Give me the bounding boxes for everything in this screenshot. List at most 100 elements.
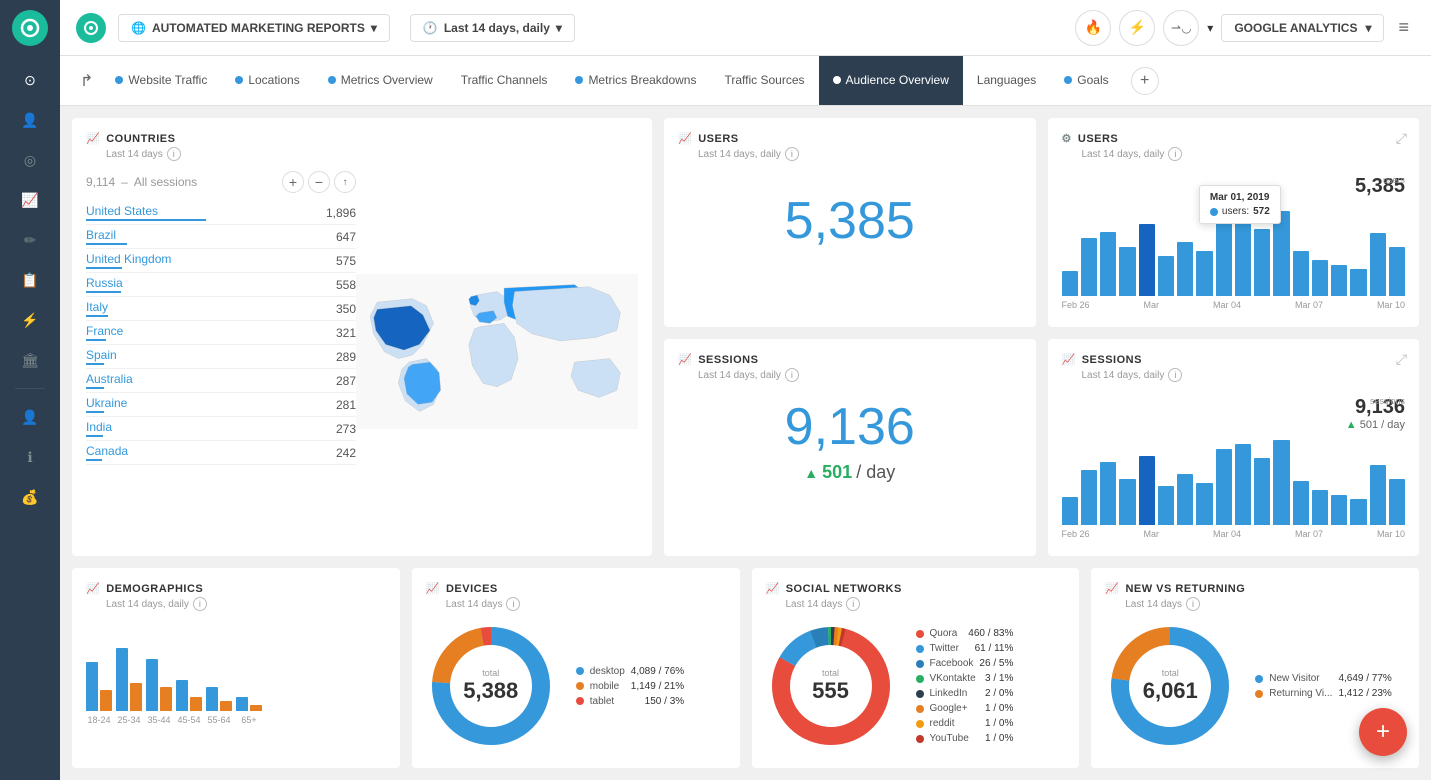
chart-bar[interactable] bbox=[1158, 486, 1174, 525]
chart-bar[interactable] bbox=[1100, 462, 1116, 525]
info-icon[interactable]: i bbox=[1168, 147, 1182, 161]
tab-locations[interactable]: Locations bbox=[221, 56, 313, 106]
expand-countries-button[interactable]: + bbox=[282, 171, 304, 193]
chart-bar[interactable] bbox=[1389, 247, 1405, 296]
bolt-icon-button[interactable]: ⚡ bbox=[1119, 10, 1155, 46]
chart-bar[interactable] bbox=[1100, 232, 1116, 296]
chart-bar[interactable] bbox=[1235, 215, 1251, 296]
chart-bar[interactable] bbox=[1312, 490, 1328, 525]
chart-bar[interactable] bbox=[1235, 444, 1251, 525]
chart-bar[interactable] bbox=[1370, 465, 1386, 525]
info-icon[interactable]: i bbox=[1186, 597, 1200, 611]
country-row[interactable]: Ukraine 281 bbox=[86, 393, 356, 417]
chart-bar[interactable] bbox=[1158, 256, 1174, 296]
sidebar-item-globe[interactable]: ◎ bbox=[14, 144, 46, 176]
chart-bar[interactable] bbox=[1331, 495, 1347, 525]
chart-bar[interactable] bbox=[1062, 271, 1078, 296]
tab-traffic-channels[interactable]: Traffic Channels bbox=[447, 56, 562, 106]
chart-bar[interactable] bbox=[1350, 499, 1366, 525]
sort-countries-button[interactable]: ↑ bbox=[334, 171, 356, 193]
country-row[interactable]: United States 1,896 bbox=[86, 201, 356, 225]
info-icon[interactable]: i bbox=[193, 597, 207, 611]
country-row[interactable]: Spain 289 bbox=[86, 345, 356, 369]
info-icon[interactable]: i bbox=[167, 147, 181, 161]
country-name[interactable]: Australia bbox=[86, 372, 133, 386]
country-row[interactable]: Italy 350 bbox=[86, 297, 356, 321]
tab-metrics-breakdowns[interactable]: Metrics Breakdowns bbox=[561, 56, 710, 106]
chart-bar[interactable] bbox=[1139, 456, 1155, 525]
country-name[interactable]: Spain bbox=[86, 348, 117, 362]
country-name[interactable]: Russia bbox=[86, 276, 123, 290]
date-range-dropdown[interactable]: 🕐 Last 14 days, daily ▾ bbox=[410, 14, 575, 42]
share-dropdown-arrow[interactable]: ▾ bbox=[1207, 21, 1213, 35]
ga-selector-dropdown[interactable]: GOOGLE ANALYTICS ▾ bbox=[1221, 14, 1384, 42]
chart-bar[interactable] bbox=[1331, 265, 1347, 296]
fire-icon-button[interactable]: 🔥 bbox=[1075, 10, 1111, 46]
country-name[interactable]: Ukraine bbox=[86, 396, 127, 410]
chart-bar[interactable] bbox=[1312, 260, 1328, 296]
country-row[interactable]: Canada 242 bbox=[86, 441, 356, 465]
country-name[interactable]: India bbox=[86, 420, 112, 434]
info-icon[interactable]: i bbox=[785, 368, 799, 382]
collapse-countries-button[interactable]: − bbox=[308, 171, 330, 193]
country-name[interactable]: Italy bbox=[86, 300, 108, 314]
chart-bar[interactable] bbox=[1254, 458, 1270, 525]
chart-bar[interactable] bbox=[1293, 251, 1309, 296]
share-icon-button[interactable]: ⇀◡ bbox=[1163, 10, 1199, 46]
expand-icon[interactable]: ⤢ bbox=[1396, 130, 1407, 147]
country-row[interactable]: France 321 bbox=[86, 321, 356, 345]
country-row[interactable]: Brazil 647 bbox=[86, 225, 356, 249]
chart-bar[interactable] bbox=[1119, 479, 1135, 525]
sidebar-item-users[interactable]: 👤 bbox=[14, 104, 46, 136]
tab-languages[interactable]: Languages bbox=[963, 56, 1050, 106]
country-name[interactable]: United Kingdom bbox=[86, 252, 171, 266]
tab-website-traffic[interactable]: Website Traffic bbox=[101, 56, 221, 106]
add-tab-button[interactable]: + bbox=[1131, 67, 1159, 95]
sidebar-item-info[interactable]: ℹ bbox=[14, 441, 46, 473]
info-icon[interactable]: i bbox=[846, 597, 860, 611]
country-row[interactable]: India 273 bbox=[86, 417, 356, 441]
info-icon[interactable]: i bbox=[1168, 368, 1182, 382]
chart-bar[interactable] bbox=[1139, 224, 1155, 296]
sidebar-item-edit[interactable]: ✏ bbox=[14, 224, 46, 256]
country-name[interactable]: France bbox=[86, 324, 123, 338]
country-name[interactable]: United States bbox=[86, 204, 158, 218]
country-row[interactable]: Australia 287 bbox=[86, 369, 356, 393]
sidebar-item-analytics[interactable]: 📈 bbox=[14, 184, 46, 216]
chart-bar[interactable] bbox=[1254, 229, 1270, 296]
chart-bar[interactable] bbox=[1196, 483, 1212, 525]
sidebar-item-person[interactable]: 👤 bbox=[14, 401, 46, 433]
info-icon[interactable]: i bbox=[785, 147, 799, 161]
chart-bar[interactable] bbox=[1370, 233, 1386, 296]
fab-add-button[interactable]: + bbox=[1359, 708, 1407, 756]
chart-bar[interactable] bbox=[1196, 251, 1212, 296]
hamburger-menu[interactable]: ≡ bbox=[1392, 11, 1415, 44]
sidebar-item-dashboard[interactable]: ⊙ bbox=[14, 64, 46, 96]
chart-bar[interactable] bbox=[1389, 479, 1405, 525]
chart-bar[interactable] bbox=[1216, 449, 1232, 525]
chart-bar[interactable] bbox=[1081, 238, 1097, 296]
chart-bar[interactable] bbox=[1273, 440, 1289, 525]
report-selector-dropdown[interactable]: 🌐 AUTOMATED MARKETING REPORTS ▾ bbox=[118, 14, 390, 42]
tab-traffic-sources[interactable]: Traffic Sources bbox=[710, 56, 818, 106]
expand-icon-sessions[interactable]: ⤢ bbox=[1396, 351, 1407, 368]
chart-bar[interactable] bbox=[1293, 481, 1309, 525]
country-name[interactable]: Canada bbox=[86, 444, 128, 458]
country-row[interactable]: Russia 558 bbox=[86, 273, 356, 297]
tab-goals[interactable]: Goals bbox=[1050, 56, 1122, 106]
chart-bar[interactable] bbox=[1177, 242, 1193, 296]
sidebar-item-folder[interactable]: 🏛 bbox=[14, 344, 46, 376]
sidebar-item-list[interactable]: 📋 bbox=[14, 264, 46, 296]
chart-bar[interactable] bbox=[1350, 269, 1366, 296]
chart-bar[interactable] bbox=[1177, 474, 1193, 525]
country-name[interactable]: Brazil bbox=[86, 228, 116, 242]
sidebar-item-billing[interactable]: 💰 bbox=[14, 481, 46, 513]
country-row[interactable]: United Kingdom 575 bbox=[86, 249, 356, 273]
back-nav-icon[interactable]: ↱ bbox=[72, 71, 101, 91]
chart-bar[interactable] bbox=[1062, 497, 1078, 525]
tab-metrics-overview[interactable]: Metrics Overview bbox=[314, 56, 447, 106]
chart-bar[interactable] bbox=[1216, 220, 1232, 296]
chart-bar[interactable] bbox=[1119, 247, 1135, 296]
tab-audience-overview[interactable]: Audience Overview bbox=[819, 56, 963, 106]
info-icon[interactable]: i bbox=[506, 597, 520, 611]
